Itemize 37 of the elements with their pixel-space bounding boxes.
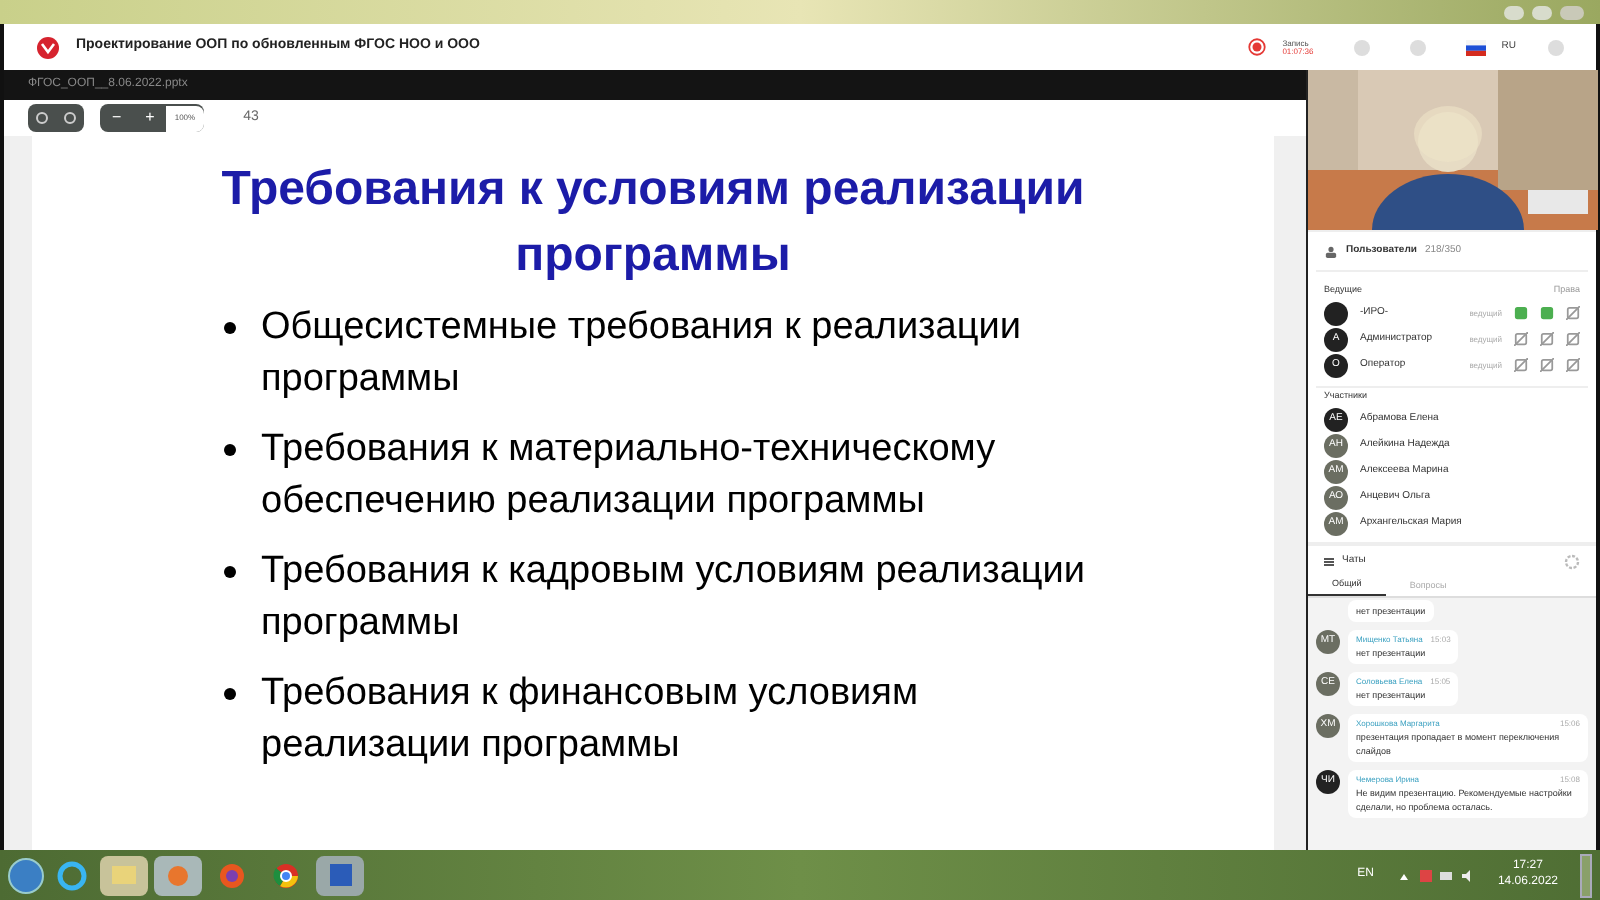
zoom-out-button[interactable]: − xyxy=(100,106,134,130)
flag-icon[interactable] xyxy=(1465,39,1486,55)
record-icon[interactable] xyxy=(1248,38,1267,56)
bullet-icon xyxy=(223,322,235,334)
bullet-icon xyxy=(223,688,235,700)
media-player-icon[interactable] xyxy=(154,855,202,895)
bullet-text: Общесистемные требования к реализации программы xyxy=(261,304,1023,404)
bullet-text: Требования к финансовым условиям реализации программы xyxy=(261,670,921,770)
close-button[interactable] xyxy=(1560,5,1584,19)
bullet-text: Требования к материально-техническому обеспечению реализации программы xyxy=(261,426,998,526)
slide-title: Требования к условиям реализации программы xyxy=(219,160,1087,286)
fit-width-icon[interactable] xyxy=(36,112,48,124)
users-icon xyxy=(1324,245,1338,257)
fit-height-icon[interactable] xyxy=(64,112,76,124)
microphone-icon[interactable] xyxy=(1514,358,1528,372)
bullet-icon xyxy=(223,566,235,578)
menu-icon[interactable] xyxy=(1324,557,1334,565)
screen-icon[interactable] xyxy=(1566,332,1580,346)
settings-icon[interactable] xyxy=(1564,553,1580,569)
microphone-icon[interactable] xyxy=(1514,306,1528,320)
minimize-button[interactable] xyxy=(1504,5,1524,19)
camera-icon[interactable] xyxy=(1540,332,1554,346)
microphone-icon[interactable] xyxy=(1514,332,1528,346)
bullet-icon xyxy=(223,444,235,456)
logo-icon xyxy=(36,35,60,59)
avatar xyxy=(1324,301,1348,325)
show-desktop-button[interactable] xyxy=(1580,853,1592,897)
screen-icon[interactable] xyxy=(1566,306,1580,320)
camera-icon[interactable] xyxy=(1540,306,1554,320)
maximize-button[interactable] xyxy=(1532,5,1552,19)
camera-icon[interactable] xyxy=(1540,358,1554,372)
start-button[interactable] xyxy=(8,857,44,893)
zoom-in-button[interactable]: + xyxy=(133,106,167,130)
bullet-text: Требования к кадровым условиям реализации программы xyxy=(261,548,1088,648)
screen-icon[interactable] xyxy=(1566,358,1580,372)
tray-icons[interactable] xyxy=(1395,865,1476,885)
fit-controls[interactable] xyxy=(28,104,84,132)
